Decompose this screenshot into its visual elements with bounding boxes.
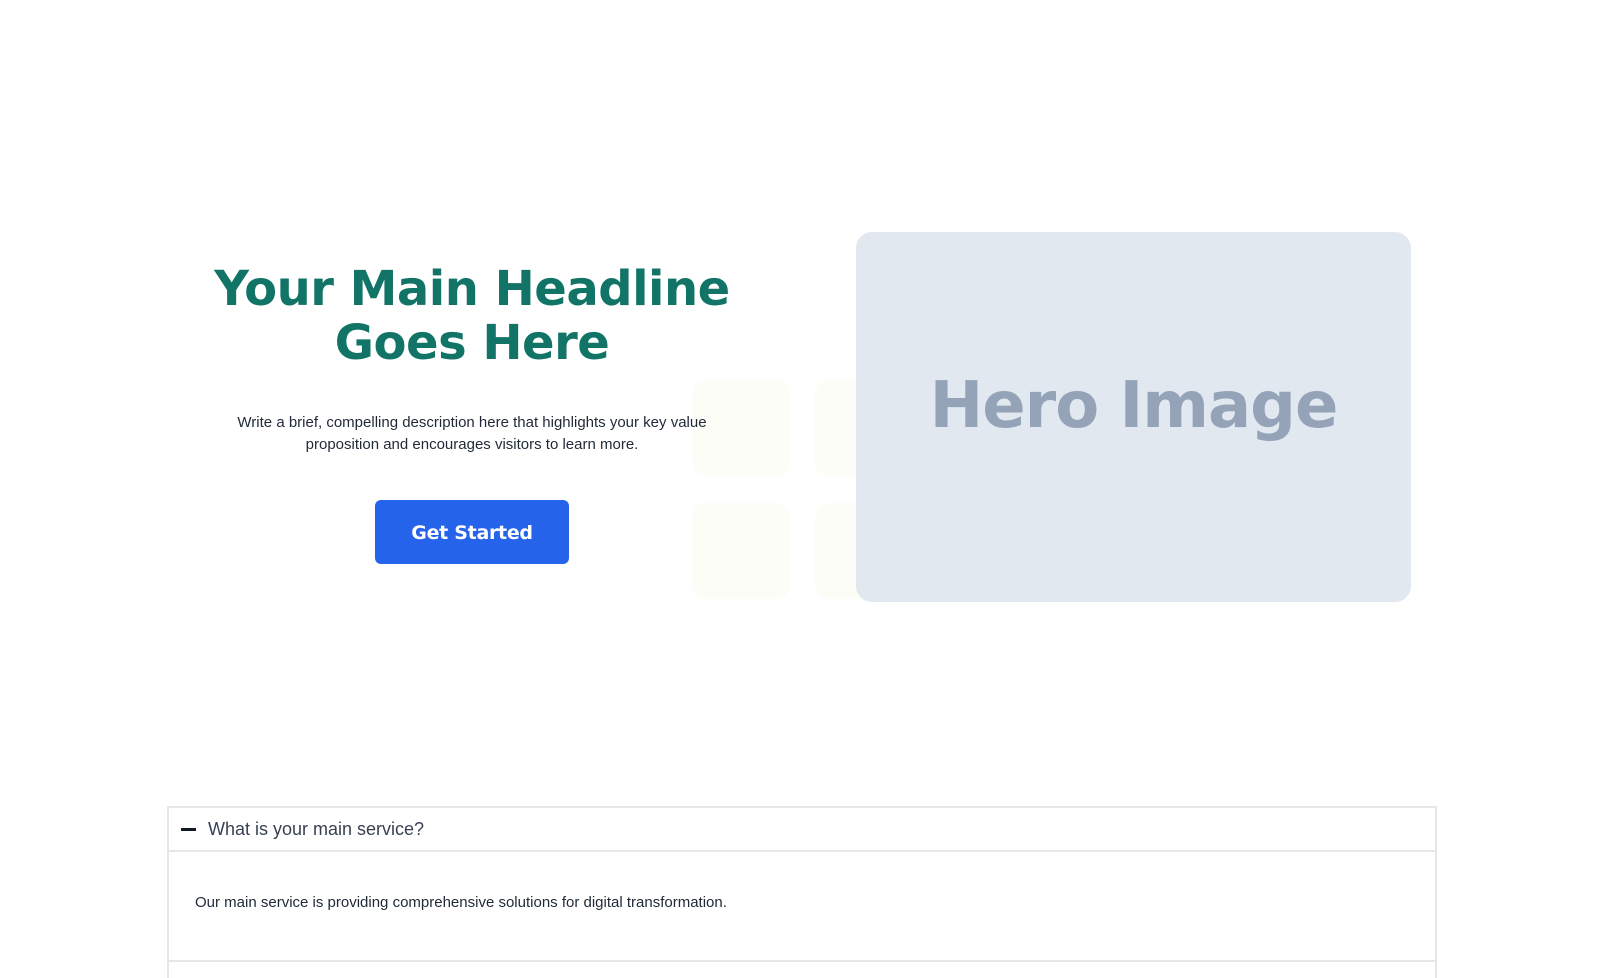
faq-item-body: Our main service is providing comprehens… <box>167 852 1437 962</box>
hero-description: Write a brief, compelling description he… <box>237 414 707 453</box>
page: Your Main Headline Goes Here Write a bri… <box>0 0 1600 978</box>
hero-image-placeholder: Hero Image <box>856 232 1411 602</box>
hero-headline: Your Main Headline Goes Here <box>214 261 730 371</box>
faq-question: What is your main service? <box>208 818 425 839</box>
hero-section: Your Main Headline Goes Here Write a bri… <box>170 262 774 564</box>
hero-image-label: Hero Image <box>929 369 1339 443</box>
faq-answer: Our main service is providing comprehens… <box>195 894 727 911</box>
faq-item-next <box>167 962 1437 978</box>
minus-icon <box>181 827 196 831</box>
get-started-button[interactable]: Get Started <box>375 500 569 564</box>
faq-item-header[interactable]: What is your main service? <box>167 806 1437 852</box>
faq-accordion: What is your main service? Our main serv… <box>167 806 1437 978</box>
